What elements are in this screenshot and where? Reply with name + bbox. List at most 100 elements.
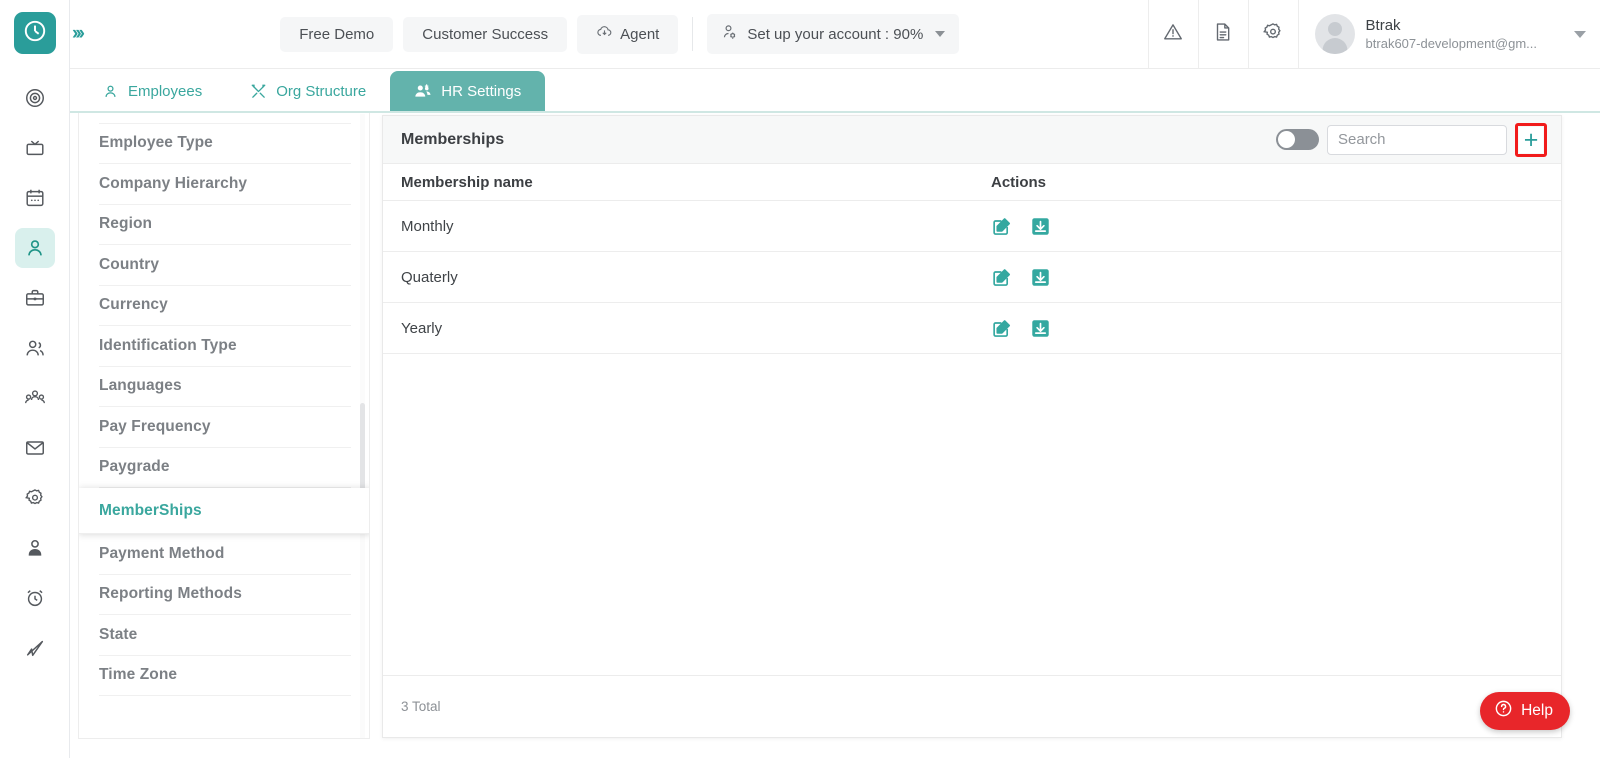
panel-header: Memberships + bbox=[383, 116, 1561, 164]
chevron-down-icon[interactable] bbox=[1574, 30, 1586, 38]
settings-item-memberships[interactable]: MemberShips bbox=[79, 488, 369, 534]
search-input[interactable] bbox=[1327, 124, 1507, 155]
rail-item-attendance[interactable] bbox=[15, 578, 55, 618]
rail-item-groups[interactable] bbox=[15, 378, 55, 418]
rail-item-send[interactable] bbox=[15, 628, 55, 668]
rail-item-jobs[interactable] bbox=[15, 278, 55, 318]
customer-success-button[interactable]: Customer Success bbox=[403, 16, 568, 52]
settings-item-currency[interactable]: Currency bbox=[99, 286, 351, 326]
tab-employees-label: Employees bbox=[128, 82, 203, 100]
archive-down-icon[interactable] bbox=[1030, 267, 1051, 288]
agent-button[interactable]: Agent bbox=[577, 14, 679, 54]
cloud-download-icon bbox=[596, 24, 613, 45]
tab-org-structure[interactable]: Org Structure bbox=[226, 71, 390, 111]
tab-employees[interactable]: Employees bbox=[78, 71, 226, 111]
table-header: Membership name Actions bbox=[383, 164, 1561, 201]
profile-email: btrak607-development@gm... bbox=[1365, 36, 1537, 51]
tab-org-structure-label: Org Structure bbox=[276, 82, 367, 100]
users-two-icon bbox=[24, 337, 46, 359]
tab-hr-settings[interactable]: HR Settings bbox=[390, 71, 546, 111]
panel-footer: 3 Total bbox=[383, 675, 1561, 737]
tv-icon bbox=[24, 137, 46, 159]
free-demo-label: Free Demo bbox=[299, 25, 375, 43]
hr-settings-list-panel: Designation Employee Type Company Hierar… bbox=[78, 113, 370, 739]
total-count-label: 3 Total bbox=[401, 699, 441, 714]
settings-item-employee-type[interactable]: Employee Type bbox=[99, 124, 351, 164]
edit-pencil-icon[interactable] bbox=[991, 267, 1012, 288]
settings-item-pay-frequency[interactable]: Pay Frequency bbox=[99, 407, 351, 448]
help-label: Help bbox=[1521, 702, 1553, 719]
show-archived-toggle[interactable] bbox=[1276, 129, 1319, 150]
settings-item-time-zone[interactable]: Time Zone bbox=[99, 656, 351, 696]
rail-item-broadcast[interactable] bbox=[15, 128, 55, 168]
table-body: Monthly Quaterly Yearly bbox=[383, 201, 1561, 675]
chevron-down-icon bbox=[935, 31, 946, 37]
user-profile-menu[interactable]: Btrak btrak607-development@gm... bbox=[1297, 0, 1600, 68]
settings-item-label: Payment Method bbox=[99, 544, 225, 562]
clock-logo-icon bbox=[22, 18, 48, 49]
rail-item-dashboard[interactable] bbox=[15, 78, 55, 118]
archive-down-icon[interactable] bbox=[1030, 216, 1051, 237]
setup-account-label: Set up your account : 90% bbox=[747, 25, 924, 43]
rail-item-employees[interactable] bbox=[14, 228, 55, 268]
document-icon-button[interactable] bbox=[1197, 0, 1248, 68]
settings-item-payment-method[interactable]: Payment Method bbox=[99, 534, 351, 575]
gear-icon bbox=[24, 487, 46, 509]
settings-item-reporting-methods[interactable]: Reporting Methods bbox=[99, 575, 351, 615]
rail-item-profile[interactable] bbox=[15, 528, 55, 568]
rail-item-calendar[interactable] bbox=[15, 178, 55, 218]
settings-item-languages[interactable]: Languages bbox=[99, 367, 351, 407]
edit-pencil-icon[interactable] bbox=[991, 318, 1012, 339]
tab-hr-settings-label: HR Settings bbox=[441, 82, 522, 100]
table-row[interactable]: Monthly bbox=[383, 201, 1561, 252]
cell-actions bbox=[991, 216, 1191, 237]
settings-item-designation[interactable]: Designation bbox=[99, 113, 351, 124]
person-gear-icon bbox=[721, 23, 739, 45]
top-bar-center: Free Demo Customer Success Agent Set up … bbox=[92, 14, 1148, 54]
settings-item-label: Languages bbox=[99, 377, 182, 395]
app-root: ››› Free Demo Customer Success Agent Set… bbox=[0, 0, 1600, 758]
settings-item-paygrade[interactable]: Paygrade bbox=[99, 448, 351, 488]
app-logo[interactable] bbox=[13, 12, 56, 54]
settings-item-country[interactable]: Country bbox=[99, 245, 351, 286]
help-button[interactable]: Help bbox=[1480, 692, 1570, 730]
profile-text: Btrak btrak607-development@gm... bbox=[1366, 17, 1537, 51]
people-plus-icon bbox=[414, 82, 432, 100]
person-icon bbox=[24, 237, 46, 259]
add-membership-button[interactable]: + bbox=[1519, 126, 1543, 153]
add-membership-highlight: + bbox=[1515, 122, 1547, 157]
column-header-membership-name: Membership name bbox=[401, 173, 533, 191]
settings-item-label: Country bbox=[99, 255, 160, 273]
settings-item-state[interactable]: State bbox=[99, 615, 351, 656]
tools-icon bbox=[250, 83, 267, 100]
table-row[interactable]: Yearly bbox=[383, 303, 1561, 354]
settings-item-label: Time Zone bbox=[99, 666, 178, 684]
cell-membership-name: Yearly bbox=[401, 319, 443, 337]
rail-item-mail[interactable] bbox=[15, 428, 55, 468]
settings-item-label: Pay Frequency bbox=[99, 417, 211, 435]
column-header-actions: Actions bbox=[991, 173, 1047, 191]
setup-account-dropdown[interactable]: Set up your account : 90% bbox=[707, 14, 960, 54]
free-demo-button[interactable]: Free Demo bbox=[280, 16, 394, 52]
settings-item-region[interactable]: Region bbox=[99, 205, 351, 245]
panel-header-actions: + bbox=[1276, 122, 1547, 157]
main-tab-bar: Employees Org Structure HR Settings bbox=[70, 69, 1600, 113]
briefcase-icon bbox=[24, 287, 46, 309]
settings-item-identification-type[interactable]: Identification Type bbox=[99, 326, 351, 367]
rail-item-settings[interactable] bbox=[15, 478, 55, 518]
toggle-knob bbox=[1278, 131, 1295, 148]
sidebar-expand-icon[interactable]: ››› bbox=[62, 23, 92, 45]
rail-item-teams[interactable] bbox=[15, 328, 55, 368]
settings-item-label: Company Hierarchy bbox=[99, 174, 248, 192]
settings-gear-icon-button[interactable] bbox=[1247, 0, 1298, 68]
warning-icon-button[interactable] bbox=[1147, 0, 1198, 68]
mail-icon bbox=[24, 437, 46, 459]
settings-item-company-hierarchy[interactable]: Company Hierarchy bbox=[99, 164, 351, 205]
archive-down-icon[interactable] bbox=[1030, 318, 1051, 339]
edit-pencil-icon[interactable] bbox=[991, 216, 1012, 237]
cell-actions bbox=[991, 267, 1191, 288]
avatar bbox=[1314, 14, 1355, 54]
settings-item-label: Identification Type bbox=[99, 336, 237, 354]
hr-settings-list: Designation Employee Type Company Hierar… bbox=[79, 113, 369, 738]
table-row[interactable]: Quaterly bbox=[383, 252, 1561, 303]
